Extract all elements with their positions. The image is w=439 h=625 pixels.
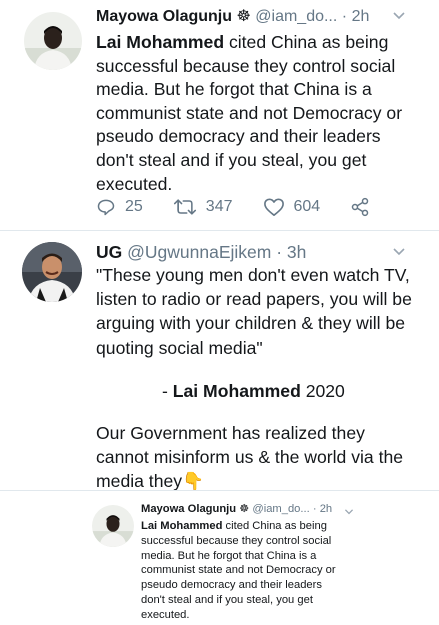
avatar[interactable] [24, 12, 82, 70]
separator-dot: · [276, 242, 283, 262]
mention-bold: Lai Mohammed [96, 32, 225, 52]
separator-dot: · [312, 503, 317, 515]
verified-badge-icon: ☸ [239, 503, 250, 515]
tweet-header: UG @UgwunnaEjikem · 3h [96, 242, 306, 262]
quote-line: listen to radio or read papers, you will… [96, 289, 412, 310]
tweet-2[interactable]: UG @UgwunnaEjikem · 3h "These young men … [0, 231, 439, 491]
tweet-1[interactable]: Mayowa Olagunju ☸ @iam_do... · 2h Lai Mo… [0, 0, 439, 230]
author-name[interactable]: Mayowa Olagunju [141, 503, 236, 515]
like-count: 604 [293, 198, 321, 215]
tweet-actions: 25 347 604 [96, 197, 379, 217]
chevron-down-icon[interactable] [392, 245, 406, 261]
tweet-3[interactable]: Mayowa Olagunju ☸ @iam_do... · 2h Lai Mo… [0, 491, 439, 625]
author-handle[interactable]: @iam_do... [255, 8, 337, 25]
avatar-image [22, 242, 82, 302]
verified-badge-icon: ☸ [236, 8, 251, 25]
author-name[interactable]: Mayowa Olagunju [96, 8, 232, 25]
retweet-icon [173, 199, 196, 215]
avatar-image [92, 505, 134, 547]
separator-dot: · [341, 8, 348, 25]
attribution-name: Lai Mohammed [172, 381, 301, 401]
timestamp[interactable]: 2h [320, 503, 332, 515]
reply-icon [97, 199, 115, 216]
quote-line: quoting social media" [96, 337, 263, 358]
tweet-text: "These young men don't even watch TV, li… [96, 263, 412, 360]
reply-count: 25 [125, 198, 143, 215]
avatar[interactable] [22, 242, 82, 302]
like-button[interactable]: 604 [263, 197, 321, 217]
closing-text: Our Government has realized they cannot … [96, 423, 404, 492]
chevron-down-icon[interactable] [344, 504, 354, 520]
chevron-down-icon[interactable] [392, 9, 406, 25]
attribution: - Lai Mohammed 2020 [162, 381, 345, 401]
pointing-down-emoji: 👇 [182, 471, 204, 492]
heart-icon [263, 198, 284, 216]
quote-line: arguing with your children & they will b… [96, 313, 406, 334]
reply-button[interactable]: 25 [96, 197, 143, 217]
tweet-text: Lai Mohammed cited China as being succes… [96, 32, 403, 194]
retweet-count: 347 [205, 198, 233, 215]
timestamp[interactable]: 3h [287, 242, 306, 262]
tweet-header: Mayowa Olagunju ☸ @iam_do... · 2h [141, 503, 332, 515]
author-handle[interactable]: @iam_do... [252, 503, 309, 515]
share-icon [351, 197, 369, 217]
avatar[interactable] [92, 505, 134, 547]
tweet-text: Lai Mohammed cited China as being succes… [141, 520, 336, 621]
retweet-button[interactable]: 347 [173, 197, 233, 217]
author-handle[interactable]: @UgwunnaEjikem [127, 242, 271, 262]
timestamp[interactable]: 2h [352, 8, 370, 25]
author-name[interactable]: UG [96, 242, 122, 262]
share-button[interactable] [350, 197, 379, 217]
avatar-image [24, 12, 82, 70]
mention-bold: Lai Mohammed [141, 520, 223, 532]
quote-line: "These young men don't even watch TV, [96, 265, 410, 285]
tweet-header: Mayowa Olagunju ☸ @iam_do... · 2h [96, 9, 369, 25]
